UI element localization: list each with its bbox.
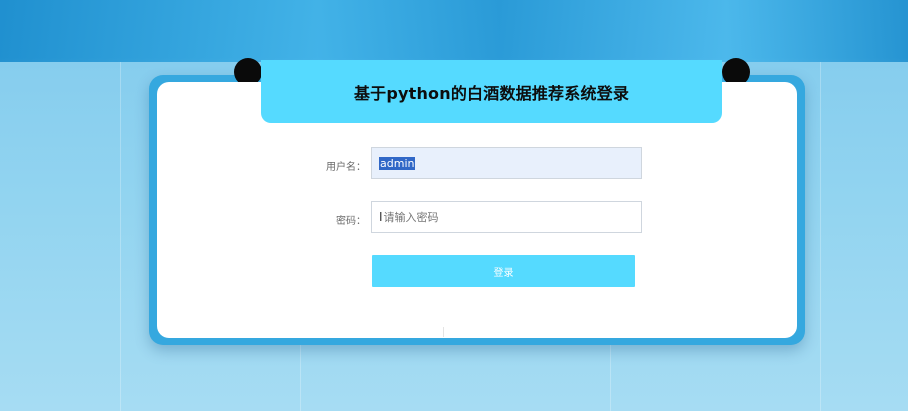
password-label: 密码： [336, 216, 366, 227]
password-input[interactable]: I 请输入密码 [371, 201, 642, 233]
divider-tick [443, 327, 444, 337]
login-title-tab: 基于python的白酒数据推荐系统登录 [261, 60, 722, 123]
login-title: 基于python的白酒数据推荐系统登录 [353, 83, 630, 103]
username-input[interactable]: admin [371, 147, 642, 179]
background-top-band [0, 0, 908, 62]
username-label: 用户名： [326, 162, 366, 173]
login-button[interactable]: 登录 [372, 255, 635, 287]
background-stripe [120, 62, 121, 411]
username-value: admin [379, 156, 416, 170]
background-stripe [820, 62, 821, 411]
text-cursor-icon: I [379, 210, 383, 224]
login-button-label: 登录 [493, 267, 514, 279]
password-placeholder: 请输入密码 [383, 211, 439, 224]
